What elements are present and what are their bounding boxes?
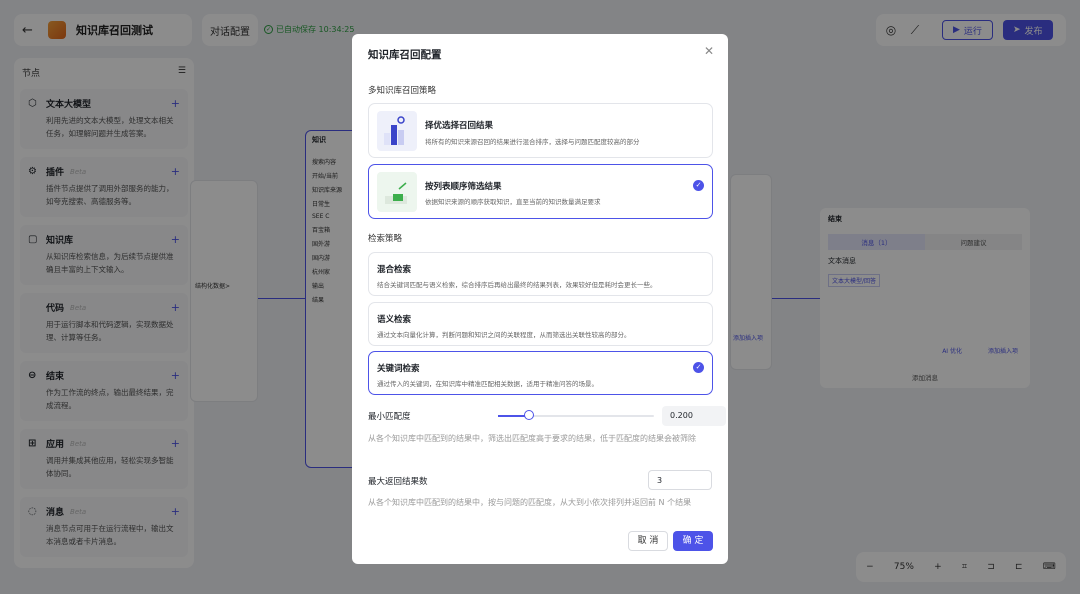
option-desc: 依据知识来源的顺序获取知识，直至当前的知识数量满足要求 — [425, 198, 601, 206]
option-desc: 通过文本向量化计算，判断问题和知识之间的关联程度，从而筛选出关联性较高的部分。 — [377, 331, 631, 339]
max-results-input[interactable]: 3 — [648, 470, 712, 490]
retrieval-strategy-label: 检索策略 — [368, 234, 403, 244]
option-title: 关键词检索 — [377, 364, 420, 374]
list-order-illustration-icon — [377, 172, 417, 212]
min-match-label: 最小匹配度 — [368, 412, 411, 422]
option-title: 混合检索 — [377, 265, 412, 275]
recall-config-modal: 知识库召回配置 ✕ 多知识库召回策略 择优选择召回结果 将所有的知识来源召回的结… — [352, 34, 728, 564]
option-title: 按列表顺序筛选结果 — [425, 182, 502, 192]
check-icon: ✓ — [693, 362, 704, 373]
option-title: 语义检索 — [377, 315, 412, 325]
cancel-button[interactable]: 取 消 — [628, 531, 668, 551]
option-desc: 将所有的知识来源召回的结果进行混合排序，选择与问题匹配度较高的部分 — [425, 138, 640, 146]
option-desc: 结合关键词匹配与语义检索，综合排序后再给出最终的结果列表，效果较好但是耗时会更长… — [377, 281, 657, 289]
min-match-input[interactable]: 0.200 — [662, 406, 726, 426]
slider-handle[interactable] — [524, 410, 534, 420]
ranking-illustration-icon — [377, 111, 417, 151]
min-match-slider[interactable] — [498, 415, 654, 417]
option-keyword-search[interactable]: 关键词检索 通过传入的关键词，在知识库中精准匹配相关数据，适用于精准问答的场景。… — [368, 351, 713, 395]
min-match-help: 从各个知识库中匹配到的结果中，筛选出匹配度高于要求的结果，低于匹配度的结果会被筛… — [368, 434, 696, 443]
max-results-label: 最大返回结果数 — [368, 477, 428, 487]
option-hybrid-search[interactable]: 混合检索 结合关键词匹配与语义检索，综合排序后再给出最终的结果列表，效果较好但是… — [368, 252, 713, 296]
modal-title: 知识库召回配置 — [368, 49, 442, 61]
max-results-help: 从各个知识库中匹配到的结果中，按与问题的匹配度，从大到小依次排列并返回前 N 个… — [368, 498, 692, 507]
close-icon[interactable]: ✕ — [704, 44, 714, 58]
option-desc: 通过传入的关键词，在知识库中精准匹配相关数据，适用于精准问答的场景。 — [377, 380, 598, 388]
option-semantic-search[interactable]: 语义检索 通过文本向量化计算，判断问题和知识之间的关联程度，从而筛选出关联性较高… — [368, 302, 713, 346]
option-best-results[interactable]: 择优选择召回结果 将所有的知识来源召回的结果进行混合排序，选择与问题匹配度较高的… — [368, 103, 713, 158]
check-icon: ✓ — [693, 180, 704, 191]
option-title: 择优选择召回结果 — [425, 121, 494, 131]
option-list-order[interactable]: 按列表顺序筛选结果 依据知识来源的顺序获取知识，直至当前的知识数量满足要求 ✓ — [368, 164, 713, 219]
multi-strategy-label: 多知识库召回策略 — [368, 86, 437, 96]
confirm-button[interactable]: 确 定 — [673, 531, 713, 551]
